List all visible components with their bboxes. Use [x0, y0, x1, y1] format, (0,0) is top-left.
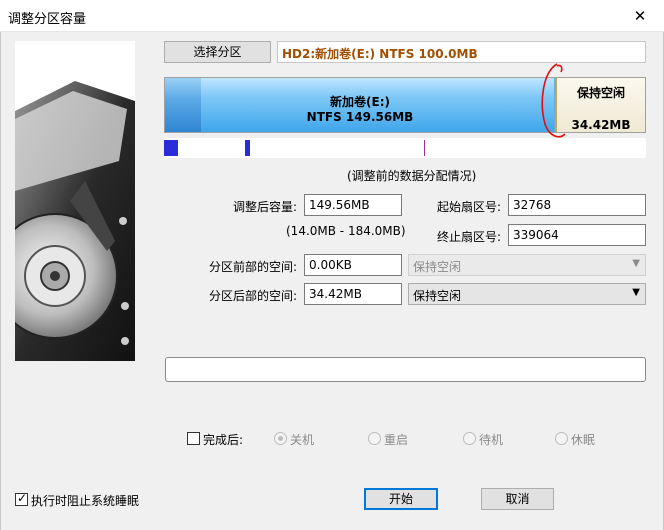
- radio-shutdown-label: 关机: [290, 433, 315, 447]
- chevron-down-icon: ▼: [632, 258, 640, 269]
- sector-marker-data: [245, 140, 250, 156]
- sector-map: [164, 138, 646, 158]
- prevent-sleep-checkbox[interactable]: [15, 491, 28, 506]
- cancel-button[interactable]: 取消: [481, 488, 554, 510]
- sector-marker-end: [424, 140, 425, 156]
- partition-segment-used-area: [165, 78, 201, 132]
- partition-bar[interactable]: 新加卷(E:) NTFS 149.56MB 保持空闲 34.42MB: [164, 77, 646, 133]
- radio-standby: [463, 432, 476, 445]
- select-partition-button[interactable]: 选择分区: [164, 41, 271, 63]
- space-after-option: 保持空闲: [413, 289, 462, 303]
- window-title: 调整分区容量: [8, 12, 87, 27]
- diskgenius-logo-image: [15, 41, 135, 361]
- free-space-size: 34.42MB: [571, 118, 631, 132]
- window-left-border: [0, 32, 1, 530]
- size-after-input[interactable]: 149.56MB: [304, 194, 402, 216]
- title-bar: 调整分区容量 ✕: [0, 0, 664, 32]
- space-before-option: 保持空闲: [413, 260, 462, 274]
- radio-shutdown: [274, 432, 287, 445]
- space-before-input[interactable]: 0.00KB: [304, 254, 402, 276]
- size-after-label: 调整后容量:: [233, 200, 298, 214]
- chevron-down-icon: ▼: [632, 287, 640, 298]
- space-after-input[interactable]: 34.42MB: [304, 283, 402, 305]
- after-complete-label[interactable]: 完成后:: [203, 431, 243, 448]
- space-before-label: 分区前部的空间:: [209, 260, 298, 274]
- after-complete-checkbox[interactable]: [187, 432, 200, 445]
- prevent-sleep-label[interactable]: 执行时阻止系统睡眠: [31, 492, 139, 509]
- space-before-select: 保持空闲 ▼: [408, 254, 646, 276]
- end-sector-input[interactable]: 339064: [508, 224, 646, 246]
- selected-disk-label: HD2:新加卷(E:) NTFS 100.0MB: [277, 41, 646, 63]
- radio-restart: [368, 432, 381, 445]
- size-range-text: (14.0MB - 184.0MB): [286, 224, 406, 238]
- start-sector-label: 起始扇区号:: [437, 200, 502, 214]
- partition-segment-main[interactable]: 新加卷(E:) NTFS 149.56MB: [165, 78, 555, 132]
- start-sector-input[interactable]: 32768: [508, 194, 646, 216]
- radio-hibernate-label: 休眠: [571, 433, 596, 447]
- space-after-select[interactable]: 保持空闲 ▼: [408, 283, 646, 305]
- radio-standby-label: 待机: [479, 433, 504, 447]
- progress-box: [165, 357, 646, 382]
- free-space-segment[interactable]: 保持空闲 34.42MB: [555, 78, 645, 132]
- partition-info: NTFS 149.56MB: [306, 110, 414, 124]
- close-button[interactable]: ✕: [616, 0, 664, 32]
- radio-hibernate: [555, 432, 568, 445]
- free-space-label: 保持空闲: [576, 86, 625, 100]
- radio-restart-label: 重启: [384, 433, 409, 447]
- end-sector-label: 终止扇区号:: [437, 230, 502, 244]
- start-button[interactable]: 开始: [364, 488, 438, 510]
- allocation-caption: (调整前的数据分配情况): [347, 169, 477, 183]
- partition-name: 新加卷(E:): [330, 95, 390, 109]
- sector-marker-start: [164, 140, 178, 156]
- space-after-label: 分区后部的空间:: [209, 289, 298, 303]
